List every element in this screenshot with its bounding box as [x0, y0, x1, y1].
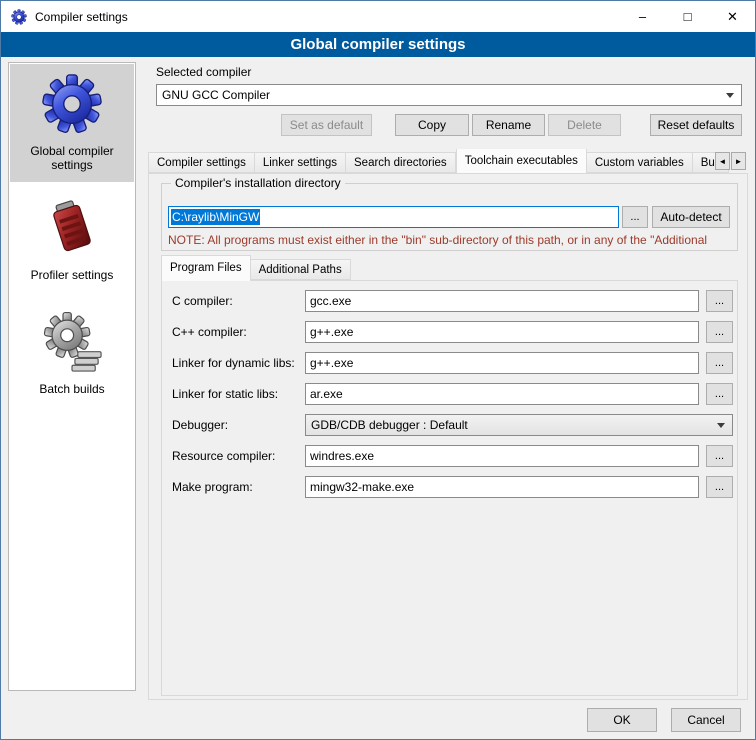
tab-custom-variables[interactable]: Custom variables — [587, 152, 693, 173]
delete-button: Delete — [548, 114, 621, 136]
tab-scroll-right-button[interactable]: ► — [731, 152, 746, 170]
tab-linker-settings[interactable]: Linker settings — [255, 152, 346, 173]
page-title: Global compiler settings — [1, 32, 755, 57]
tab-compiler-settings[interactable]: Compiler settings — [148, 152, 255, 173]
field-label: Debugger: — [172, 414, 228, 436]
form-row-static-linker: Linker for static libs: ... — [162, 383, 739, 405]
set-as-default-button: Set as default — [281, 114, 372, 136]
copy-button[interactable]: Copy — [395, 114, 469, 136]
global-compiler-gear-icon — [41, 124, 103, 138]
cpp-compiler-browse-button[interactable]: ... — [706, 321, 733, 343]
cancel-button[interactable]: Cancel — [671, 708, 741, 732]
field-label: C compiler: — [172, 290, 233, 312]
sidebar-item-label: Profiler settings — [12, 268, 132, 282]
chevron-down-icon — [717, 423, 725, 428]
program-files-panel: C compiler: ... C++ compiler: ... Linker… — [161, 280, 738, 696]
tab-scroll-left-button[interactable]: ◄ — [715, 152, 730, 170]
static-linker-browse-button[interactable]: ... — [706, 383, 733, 405]
program-subtabs: Program Files Additional Paths — [161, 257, 351, 280]
static-linker-input[interactable] — [305, 383, 699, 405]
field-label: C++ compiler: — [172, 321, 247, 343]
installation-directory-group: C:\raylib\MinGW ... Auto-detect NOTE: Al… — [161, 183, 738, 251]
note-text: NOTE: All programs must exist either in … — [168, 233, 734, 247]
c-compiler-input[interactable] — [305, 290, 699, 312]
tab-search-directories[interactable]: Search directories — [346, 152, 456, 173]
dynamic-linker-input[interactable] — [305, 352, 699, 374]
resource-compiler-browse-button[interactable]: ... — [706, 445, 733, 467]
installation-directory-group-label: Compiler's installation directory — [171, 176, 345, 190]
debugger-select[interactable]: GDB/CDB debugger : Default — [305, 414, 733, 436]
form-row-resource-compiler: Resource compiler: ... — [162, 445, 739, 467]
tab-toolchain-executables[interactable]: Toolchain executables — [456, 149, 587, 173]
sidebar-item-label: Batch builds — [12, 382, 132, 396]
profiler-icon — [41, 248, 103, 262]
compiler-settings-window: Compiler settings – □ ✕ Global compiler … — [0, 0, 756, 740]
field-label: Resource compiler: — [172, 445, 275, 467]
selected-compiler-value: GNU GCC Compiler — [162, 88, 726, 102]
field-label: Make program: — [172, 476, 253, 498]
form-row-cpp-compiler: C++ compiler: ... — [162, 321, 739, 343]
form-row-dynamic-linker: Linker for dynamic libs: ... — [162, 352, 739, 374]
settings-category-list: Global compiler settings — [8, 62, 136, 691]
ok-button[interactable]: OK — [587, 708, 657, 732]
form-row-c-compiler: C compiler: ... — [162, 290, 739, 312]
subtab-additional-paths[interactable]: Additional Paths — [251, 259, 351, 280]
form-row-debugger: Debugger: GDB/CDB debugger : Default — [162, 414, 739, 436]
window-title: Compiler settings — [35, 10, 128, 24]
app-icon — [11, 9, 27, 25]
dialog-body: Global compiler settings — [1, 57, 755, 739]
installation-directory-selected-text: C:\raylib\MinGW — [171, 209, 260, 225]
sidebar-item-batch-builds[interactable]: Batch builds — [10, 302, 134, 406]
selected-compiler-label: Selected compiler — [156, 65, 251, 79]
sidebar-item-global-compiler-settings[interactable]: Global compiler settings — [10, 64, 134, 182]
maximize-button[interactable]: □ — [665, 1, 710, 32]
make-program-browse-button[interactable]: ... — [706, 476, 733, 498]
installation-directory-input[interactable]: C:\raylib\MinGW — [168, 206, 619, 228]
titlebar: Compiler settings – □ ✕ — [1, 1, 755, 32]
batch-builds-gear-icon — [41, 362, 103, 376]
sidebar-item-label: Global compiler settings — [12, 144, 132, 172]
chevron-down-icon — [726, 93, 734, 98]
rename-button[interactable]: Rename — [472, 114, 545, 136]
subtab-program-files[interactable]: Program Files — [161, 255, 251, 281]
selected-compiler-select[interactable]: GNU GCC Compiler — [156, 84, 742, 106]
browse-directory-button[interactable]: ... — [622, 206, 648, 228]
close-button[interactable]: ✕ — [710, 1, 755, 32]
c-compiler-browse-button[interactable]: ... — [706, 290, 733, 312]
cpp-compiler-input[interactable] — [305, 321, 699, 343]
make-program-input[interactable] — [305, 476, 699, 498]
reset-defaults-button[interactable]: Reset defaults — [650, 114, 742, 136]
sidebar-item-profiler-settings[interactable]: Profiler settings — [10, 188, 134, 292]
debugger-select-value: GDB/CDB debugger : Default — [311, 418, 717, 432]
form-row-make-program: Make program: ... — [162, 476, 739, 498]
field-label: Linker for static libs: — [172, 383, 278, 405]
dynamic-linker-browse-button[interactable]: ... — [706, 352, 733, 374]
compiler-tabs: Compiler settings Linker settings Search… — [148, 149, 748, 173]
field-label: Linker for dynamic libs: — [172, 352, 295, 374]
resource-compiler-input[interactable] — [305, 445, 699, 467]
minimize-button[interactable]: – — [620, 1, 665, 32]
auto-detect-button[interactable]: Auto-detect — [652, 206, 730, 228]
